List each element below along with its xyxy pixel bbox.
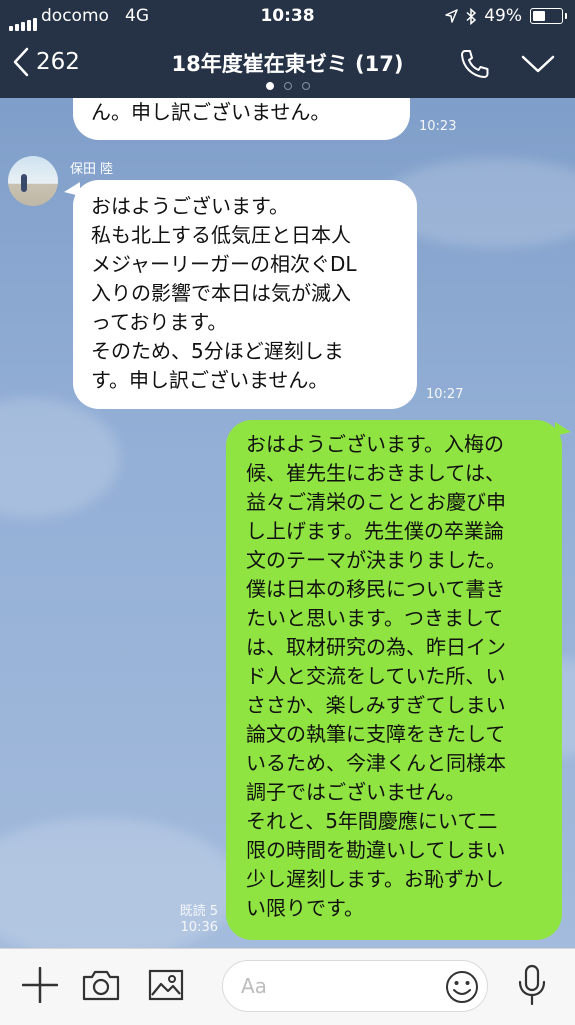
message-line: おはようございます。入梅の (246, 432, 504, 456)
header: docomo 4G 10:38 49% 262 18年度崔在東ゼミ (17) (0, 0, 575, 98)
message-line: し上げます。先生僕の卒業論 (246, 519, 504, 543)
message-line: ささか、楽しみすぎてしまい (246, 693, 506, 717)
message-text: ん。申し訳ございません。 (91, 100, 331, 124)
message-input-placeholder: Aa (241, 974, 267, 998)
phone-icon (461, 50, 489, 78)
message-time: 10:23 (419, 119, 457, 134)
message-time: 10:36 (180, 920, 218, 935)
message-line: ド人と交流をしていた所、い (246, 664, 506, 688)
message-line: 僕は日本の移民について書き (246, 577, 506, 601)
status-bar: docomo 4G 10:38 49% (0, 0, 575, 34)
message-line: 少し遅刻します。お恥ずかし (246, 867, 504, 891)
message-line: おはようございます。 (91, 194, 289, 218)
message-bubble-incoming[interactable]: おはようございます。 私も北上する低気圧と日本人 メジャーリーガーの相次ぐDL … (73, 180, 417, 409)
message-line: 私も北上する低気圧と日本人 (91, 223, 351, 247)
message-line: 文のテーマが決まりました。 (246, 548, 506, 572)
chat-navbar: 262 18年度崔在東ゼミ (17) (0, 34, 575, 98)
message-time: 10:27 (426, 387, 464, 402)
voice-button[interactable] (515, 964, 549, 1010)
message-bubble-outgoing[interactable]: おはようございます。入梅の 候、崔先生におきましては、 益々ご清栄のこととお慶び… (226, 420, 562, 940)
message-line: 限の時間を勘違いしてしまい (246, 838, 506, 862)
message-line: メジャーリーガーの相次ぐDL (91, 252, 357, 276)
location-icon (445, 9, 458, 23)
page-dot (283, 82, 292, 90)
message-line: そのため、5分ほど遅刻しま (91, 339, 344, 363)
camera-icon (82, 970, 120, 1001)
message-line: っております。 (91, 310, 228, 334)
image-button[interactable] (148, 969, 184, 1005)
message-list[interactable]: ん。申し訳ございません。 10:23 保田 陸 おはようございます。 私も北上す… (0, 98, 575, 948)
message-line: い限りです。 (246, 896, 364, 920)
message-bubble-incoming[interactable]: ん。申し訳ございません。 (73, 98, 410, 140)
background-cloud (0, 398, 120, 518)
message-line: 益々ご清栄のこととお慶び申 (246, 490, 506, 514)
message-meta: 既読 5 10:36 (176, 904, 218, 936)
message-line: たいと思います。つきまして (246, 606, 504, 630)
image-icon (148, 969, 184, 1001)
sticker-button[interactable] (445, 970, 479, 1008)
message-line: す。申し訳ございません。 (91, 368, 329, 392)
message-line: 論文の執筆に支障をきたして (246, 722, 506, 746)
page-dot (265, 82, 274, 90)
bluetooth-icon (466, 7, 477, 25)
message-line: 調子ではございません。 (246, 780, 466, 804)
status-right: 49% (445, 6, 567, 26)
message-line: 候、崔先生におきましては、 (246, 461, 505, 485)
plus-icon (21, 966, 59, 1004)
menu-toggle-button[interactable] (521, 54, 555, 78)
camera-button[interactable] (82, 969, 120, 1005)
message-line: いるため、今津くんと同様本 (246, 751, 506, 775)
message-input[interactable]: Aa (222, 960, 488, 1012)
message-line: 入りの影響で本日は気が滅入 (91, 281, 351, 305)
chevron-down-icon (521, 55, 555, 73)
smile-icon (446, 971, 478, 1003)
battery-icon (530, 8, 567, 24)
call-button[interactable] (459, 48, 491, 84)
message-line: は、取材研究の為、昨日イン (246, 635, 506, 659)
battery-percent: 49% (484, 6, 522, 26)
page-dot (301, 82, 310, 90)
avatar[interactable] (8, 156, 58, 206)
composer-bar: Aa (0, 948, 575, 1025)
mic-icon (518, 964, 546, 1006)
sender-name: 保田 陸 (70, 162, 114, 177)
read-receipt: 既読 5 (179, 904, 218, 919)
add-button[interactable] (21, 966, 59, 1007)
message-line: それと、5年間慶應にいて二 (246, 809, 498, 833)
